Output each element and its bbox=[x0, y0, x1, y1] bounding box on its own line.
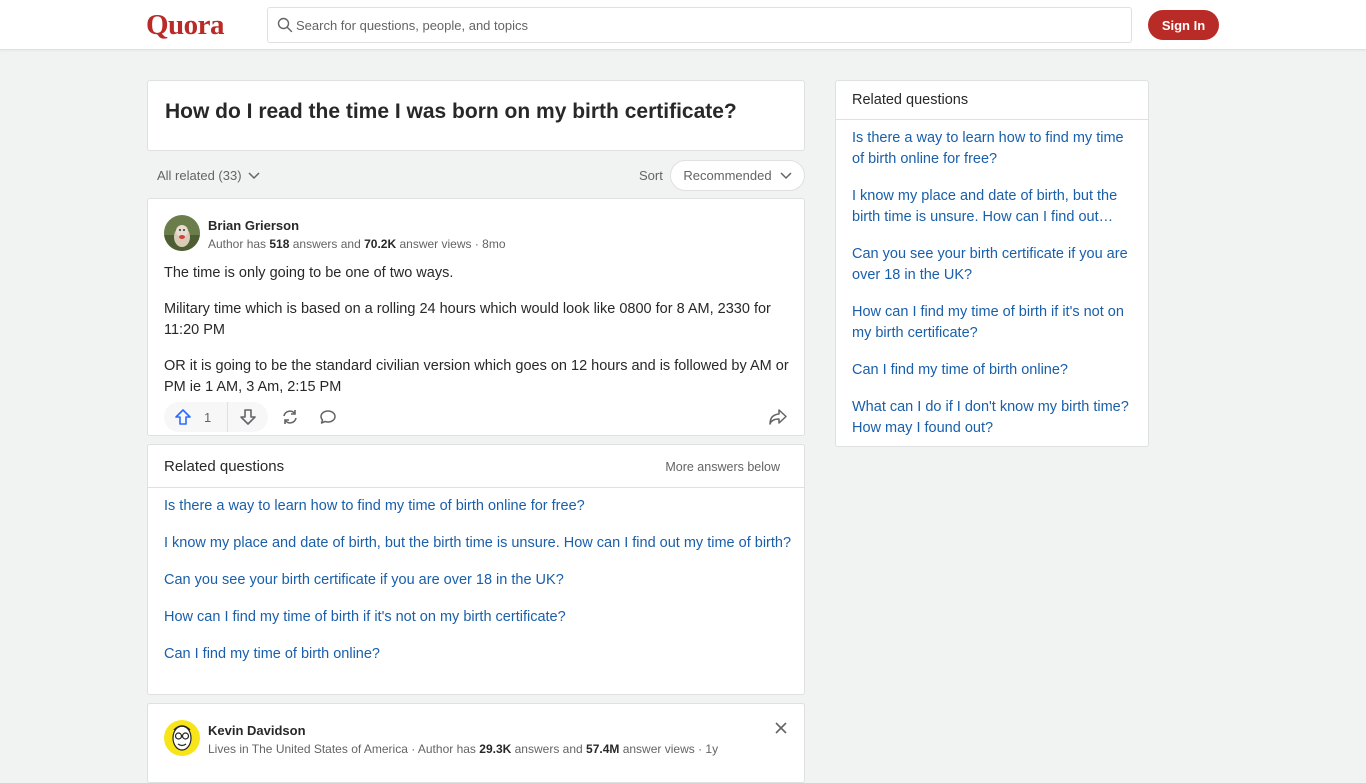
more-answers-label: More answers below bbox=[665, 460, 780, 474]
author-avatar[interactable] bbox=[164, 215, 200, 251]
related-question-link[interactable]: Can I find my time of birth online? bbox=[164, 644, 794, 665]
divider bbox=[148, 487, 804, 488]
share-repost-button[interactable] bbox=[275, 402, 305, 432]
chevron-down-icon bbox=[248, 171, 260, 179]
divider bbox=[836, 119, 1148, 120]
all-related-label: All related (33) bbox=[157, 168, 242, 183]
downvote-icon bbox=[240, 409, 256, 425]
top-header: Quora Sign In bbox=[0, 0, 1366, 50]
sidebar-question-link[interactable]: Is there a way to learn how to find my t… bbox=[852, 128, 1138, 170]
search-bar[interactable] bbox=[267, 7, 1132, 43]
answer-card: Kevin Davidson Lives in The United State… bbox=[147, 703, 805, 783]
author-credentials: Lives in The United States of America · … bbox=[208, 742, 719, 756]
author-credentials: Author has 518 answers and 70.2K answer … bbox=[208, 237, 506, 251]
sidebar-list: Is there a way to learn how to find my t… bbox=[852, 128, 1138, 455]
answer-paragraph: Military time which is based on a rollin… bbox=[164, 301, 771, 338]
close-icon bbox=[775, 722, 787, 734]
related-question-link[interactable]: I know my place and date of birth, but t… bbox=[164, 533, 794, 554]
downvote-button[interactable] bbox=[228, 402, 268, 432]
sidebar-heading: Related questions bbox=[852, 92, 969, 108]
question-title: How do I read the time I was born on my … bbox=[165, 100, 737, 123]
answer-card: Brian Grierson Author has 518 answers an… bbox=[147, 198, 805, 436]
comment-icon bbox=[320, 410, 336, 424]
all-related-filter[interactable]: All related (33) bbox=[157, 168, 260, 183]
search-icon bbox=[277, 17, 293, 33]
comment-button[interactable] bbox=[313, 402, 343, 432]
repost-icon bbox=[283, 410, 297, 424]
related-question-link[interactable]: Is there a way to learn how to find my t… bbox=[164, 496, 794, 517]
vote-group: 1 bbox=[164, 402, 268, 432]
sort-dropdown[interactable]: Recommended bbox=[670, 160, 805, 191]
share-button[interactable] bbox=[763, 402, 793, 432]
quora-logo[interactable]: Quora bbox=[146, 9, 225, 42]
sidebar-question-link[interactable]: What can I do if I don't know my birth t… bbox=[852, 397, 1138, 439]
sign-in-button[interactable]: Sign In bbox=[1148, 10, 1219, 40]
share-icon bbox=[769, 409, 787, 425]
related-question-link[interactable]: How can I find my time of birth if it's … bbox=[164, 607, 794, 628]
related-heading: Related questions bbox=[164, 458, 285, 475]
sort-label: Sort bbox=[639, 168, 663, 183]
sidebar-question-link[interactable]: I know my place and date of birth, but t… bbox=[852, 186, 1138, 228]
sidebar-question-link[interactable]: Can you see your birth certificate if yo… bbox=[852, 244, 1138, 286]
sidebar-question-link[interactable]: How can I find my time of birth if it's … bbox=[852, 302, 1138, 344]
answer-body: The time is only going to be one of two … bbox=[164, 263, 789, 413]
related-questions-inline: Related questions More answers below Is … bbox=[147, 444, 805, 695]
related-question-link[interactable]: Can you see your birth certificate if yo… bbox=[164, 570, 794, 591]
chevron-down-icon bbox=[780, 171, 792, 179]
author-name[interactable]: Kevin Davidson bbox=[208, 723, 306, 738]
upvote-button[interactable]: 1 bbox=[164, 402, 228, 432]
author-avatar[interactable] bbox=[164, 720, 200, 756]
sort-value: Recommended bbox=[683, 168, 772, 183]
search-input[interactable] bbox=[296, 8, 1116, 42]
question-card: How do I read the time I was born on my … bbox=[147, 80, 805, 151]
sidebar-question-link[interactable]: Can I find my time of birth online? bbox=[852, 360, 1138, 381]
answer-paragraph: OR it is going to be the standard civili… bbox=[164, 358, 789, 395]
answer-paragraph: The time is only going to be one of two … bbox=[164, 265, 454, 281]
author-name[interactable]: Brian Grierson bbox=[208, 218, 299, 233]
upvote-count: 1 bbox=[204, 409, 212, 425]
related-list: Is there a way to learn how to find my t… bbox=[164, 496, 794, 681]
sidebar-related-questions: Related questions Is there a way to lear… bbox=[835, 80, 1149, 447]
close-button[interactable] bbox=[774, 721, 788, 740]
upvote-icon bbox=[175, 409, 191, 425]
